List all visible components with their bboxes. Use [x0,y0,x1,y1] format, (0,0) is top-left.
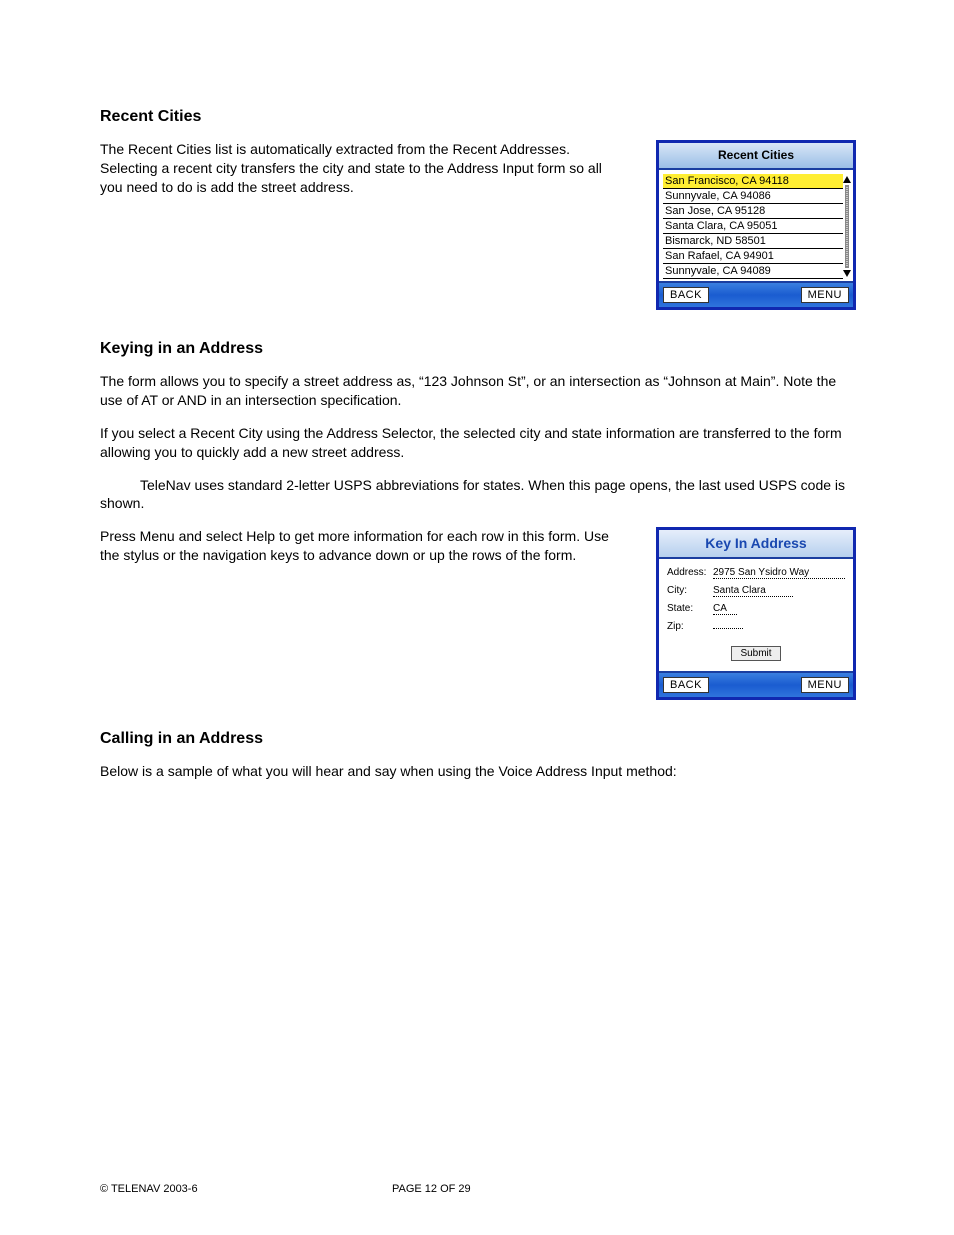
scroll-track[interactable] [845,185,849,268]
state-row: State: CA [667,603,845,615]
city-field[interactable]: Santa Clara [713,585,793,597]
keyin-panel: Key In Address Address: 2975 San Ysidro … [656,527,856,700]
menu-button[interactable]: MENU [801,677,849,693]
copyright-text: © TELENAV 2003-6 [100,1183,198,1195]
page-footer: © TELENAV 2003-6 PAGE 12 OF 29 [100,1183,856,1195]
heading-keying-address: Keying in an Address [100,340,856,358]
keying-paragraph-2: If you select a Recent City using the Ad… [100,424,856,462]
keyin-form: Address: 2975 San Ysidro Way City: Santa… [659,559,853,671]
recent-cities-paragraph: The Recent Cities list is automatically … [100,140,626,197]
list-item[interactable]: San Jose, CA 95128 [663,204,843,219]
scrollbar[interactable] [843,174,853,279]
state-field[interactable]: CA [713,603,737,615]
address-row: Address: 2975 San Ysidro Way [667,567,845,579]
list-item[interactable]: Santa Clara, CA 95051 [663,219,843,234]
state-label: State: [667,603,713,614]
list-item[interactable]: Sunnyvale, CA 94086 [663,189,843,204]
zip-label: Zip: [667,621,713,632]
scroll-up-icon[interactable] [843,176,851,183]
city-label: City: [667,585,713,596]
keyin-panel-title: Key In Address [659,530,853,559]
zip-row: Zip: [667,621,845,632]
page-number: PAGE 12 OF 29 [392,1183,471,1195]
heading-recent-cities: Recent Cities [100,108,856,126]
recent-cities-panel-title: Recent Cities [659,143,853,170]
recent-cities-row: The Recent Cities list is automatically … [100,140,856,310]
back-button[interactable]: BACK [663,287,709,303]
keyin-row: Press Menu and select Help to get more i… [100,527,856,700]
recent-cities-panel: Recent Cities San Francisco, CA 94118 Su… [656,140,856,310]
recent-cities-list: San Francisco, CA 94118 Sunnyvale, CA 94… [659,174,843,279]
address-field[interactable]: 2975 San Ysidro Way [713,567,845,579]
list-item[interactable]: Bismarck, ND 58501 [663,234,843,249]
city-row: City: Santa Clara [667,585,845,597]
keyin-footer: BACK MENU [659,671,853,697]
back-button[interactable]: BACK [663,677,709,693]
address-label: Address: [667,567,713,578]
document-page: Recent Cities The Recent Cities list is … [0,0,954,1235]
recent-cities-list-wrap: San Francisco, CA 94118 Sunnyvale, CA 94… [659,170,853,281]
submit-row: Submit [667,646,845,661]
recent-cities-footer: BACK MENU [659,281,853,307]
list-item[interactable]: Sunnyvale, CA 94089 [663,264,843,279]
menu-button[interactable]: MENU [801,287,849,303]
list-item[interactable]: San Francisco, CA 94118 [663,174,843,189]
list-item[interactable]: San Rafael, CA 94901 [663,249,843,264]
submit-button[interactable]: Submit [731,646,780,661]
recent-cities-text: The Recent Cities list is automatically … [100,140,626,211]
scroll-down-icon[interactable] [843,270,851,277]
keying-paragraph-4: Press Menu and select Help to get more i… [100,527,626,565]
zip-field[interactable] [713,628,743,629]
keying-paragraph-1: The form allows you to specify a street … [100,372,856,410]
keyin-text: Press Menu and select Help to get more i… [100,527,626,579]
calling-paragraph-1: Below is a sample of what you will hear … [100,762,856,781]
heading-calling-address: Calling in an Address [100,730,856,748]
keying-paragraph-3: TeleNav uses standard 2-letter USPS abbr… [100,476,856,514]
